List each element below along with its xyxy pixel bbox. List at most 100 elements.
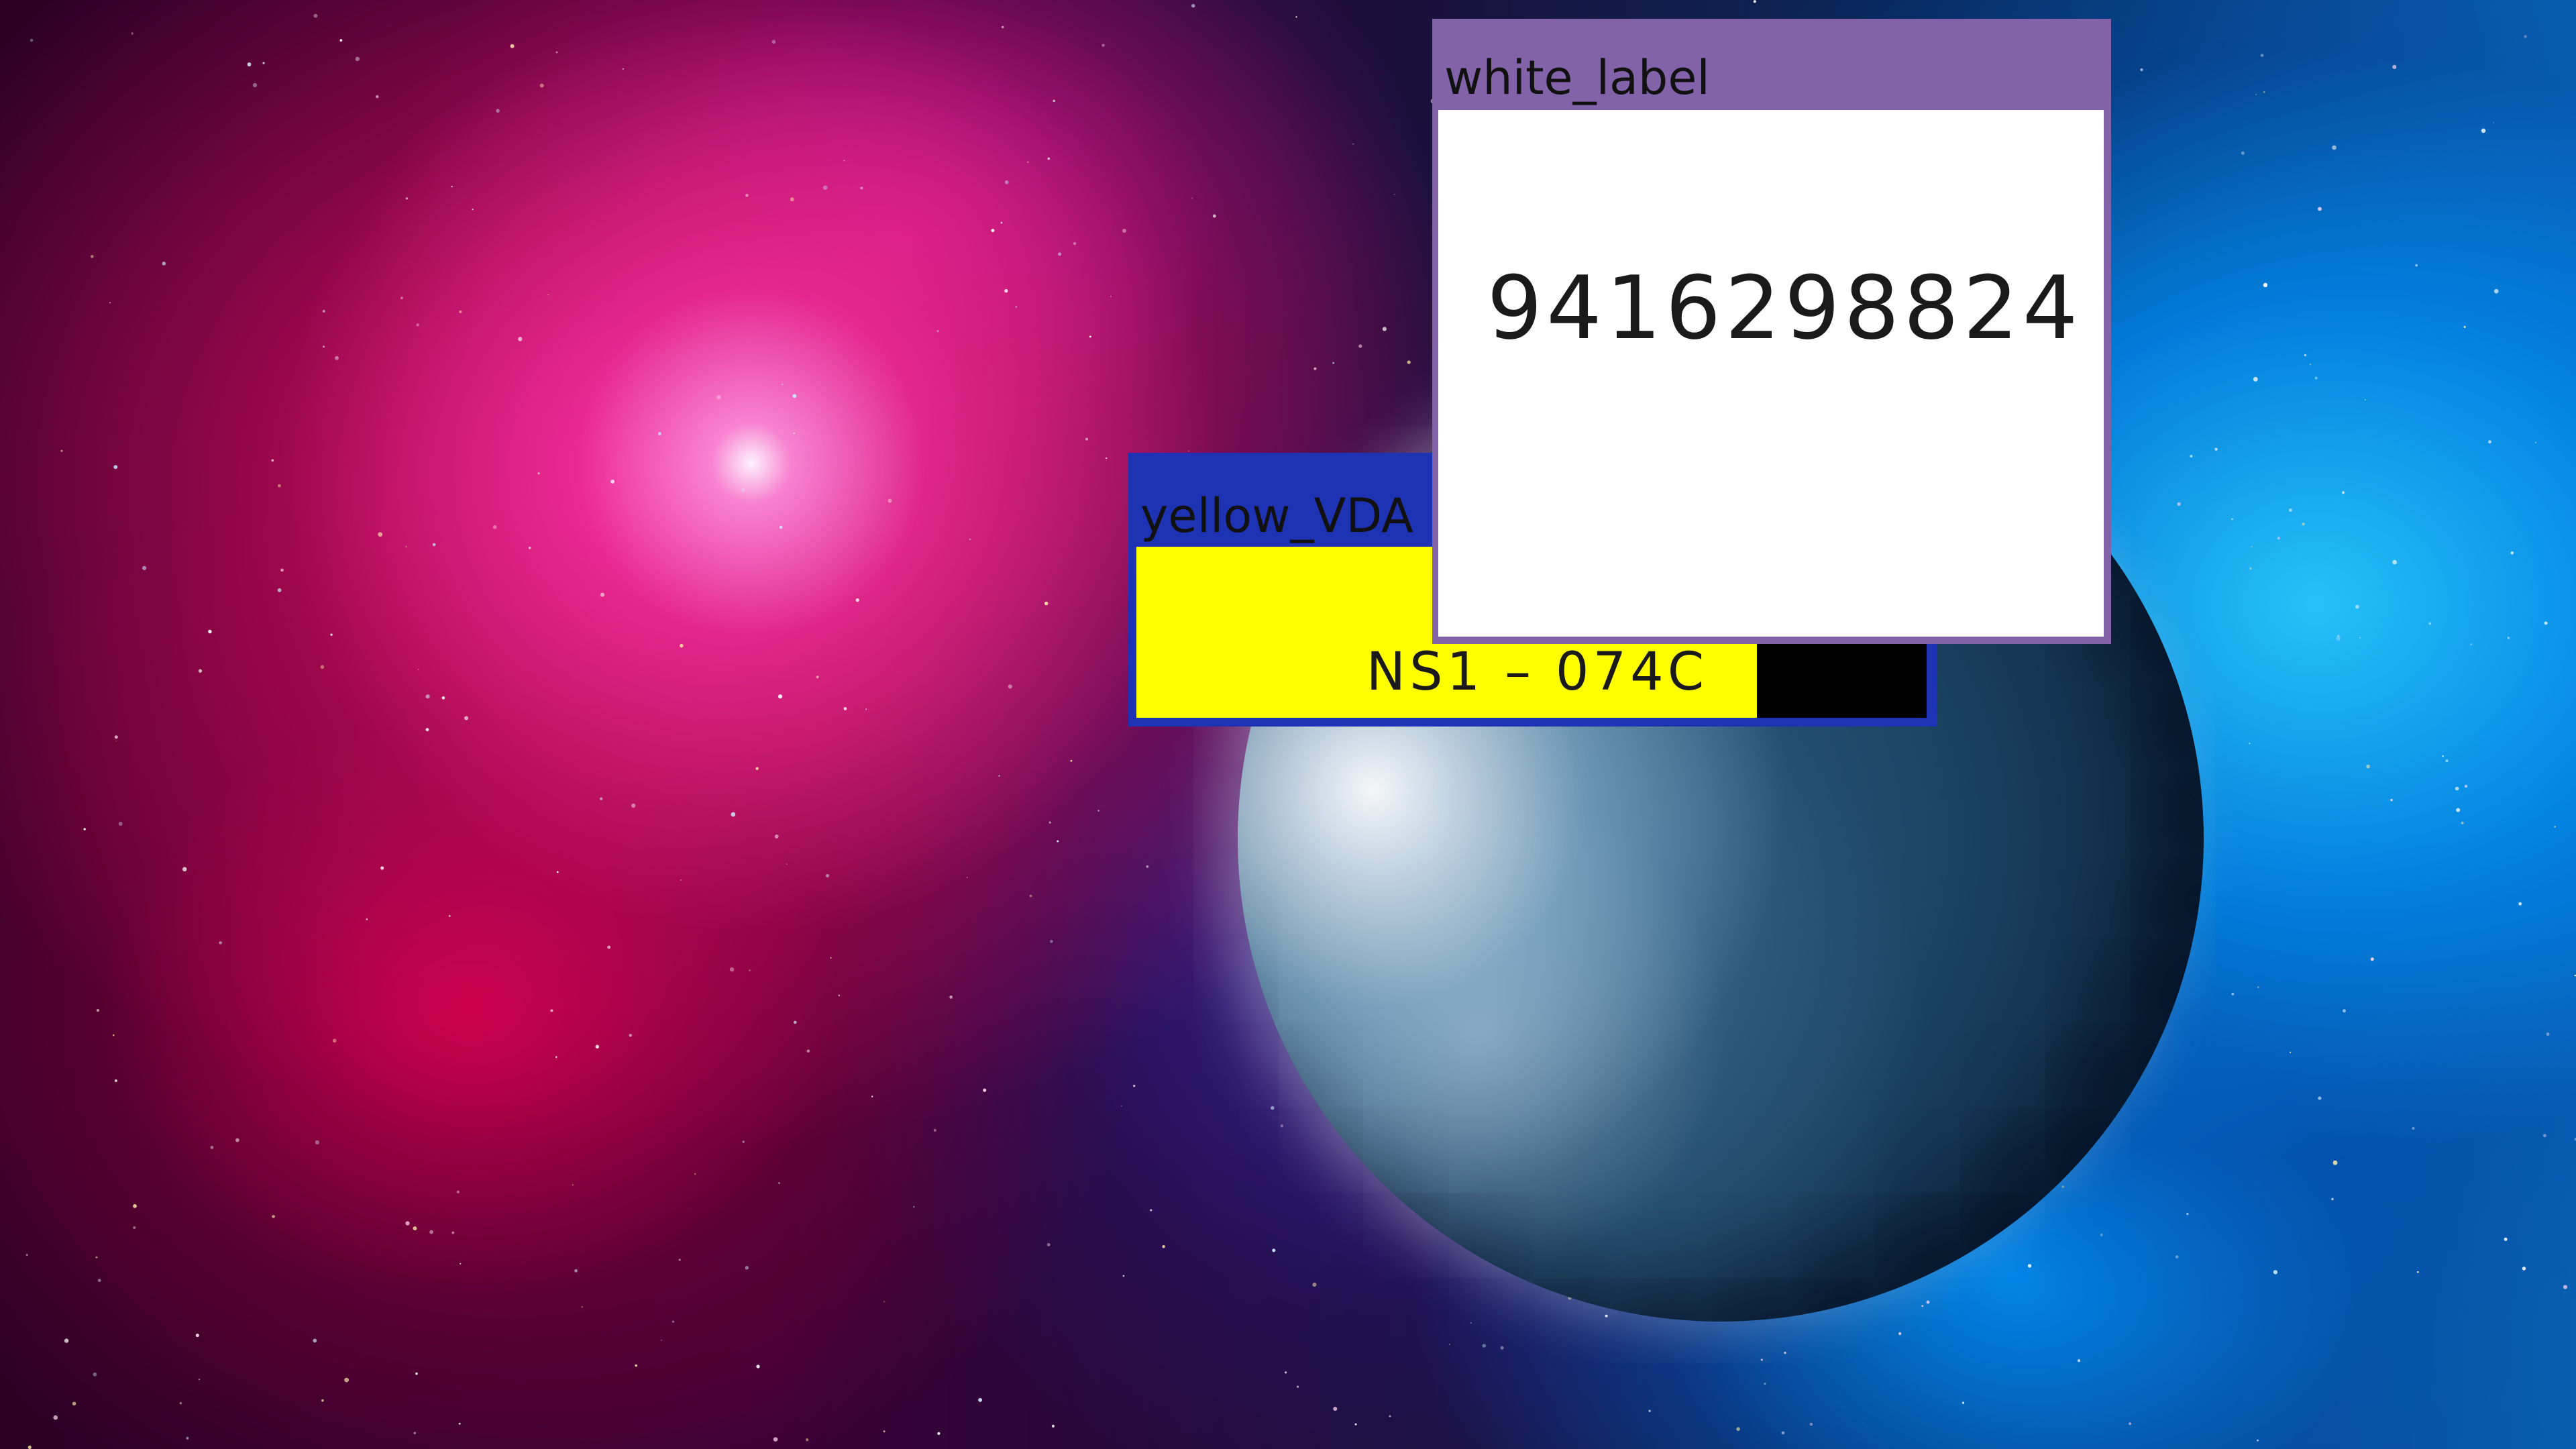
star xyxy=(322,345,325,348)
star xyxy=(782,383,784,385)
star xyxy=(1921,1305,1924,1307)
star xyxy=(969,538,971,541)
star xyxy=(460,1263,462,1265)
star xyxy=(320,665,325,669)
star xyxy=(1122,1275,1125,1277)
star xyxy=(208,629,212,634)
star xyxy=(816,676,819,679)
star xyxy=(1191,3,1195,8)
star xyxy=(378,532,383,537)
star xyxy=(1044,601,1049,606)
star xyxy=(2463,325,2466,328)
star xyxy=(413,1432,417,1435)
star xyxy=(1389,1415,1391,1417)
star xyxy=(429,1230,434,1234)
star xyxy=(262,62,265,64)
star xyxy=(1057,840,1059,843)
star xyxy=(2412,1126,2415,1130)
star xyxy=(2332,145,2337,150)
star xyxy=(96,1009,100,1012)
star xyxy=(883,1430,885,1433)
star xyxy=(731,812,736,817)
star xyxy=(742,1140,745,1143)
star xyxy=(2554,826,2556,828)
star xyxy=(95,1256,98,1258)
star xyxy=(2253,376,2258,382)
star xyxy=(572,1184,574,1186)
star xyxy=(860,186,863,190)
star xyxy=(774,834,779,839)
star xyxy=(2273,1270,2278,1275)
star xyxy=(1898,1332,1902,1336)
star xyxy=(83,828,86,830)
star xyxy=(806,1438,809,1442)
star xyxy=(595,1044,600,1049)
star xyxy=(2507,637,2510,639)
star xyxy=(547,294,549,296)
star xyxy=(198,669,203,673)
star xyxy=(186,1436,189,1440)
star xyxy=(2392,64,2397,69)
star xyxy=(2461,821,2464,824)
star xyxy=(2364,399,2366,401)
star xyxy=(2470,643,2473,646)
star xyxy=(528,547,531,549)
star xyxy=(162,262,166,266)
star xyxy=(694,1173,696,1175)
star xyxy=(1050,940,1053,943)
star xyxy=(537,472,540,475)
star xyxy=(1382,327,1387,331)
star xyxy=(332,1038,337,1043)
star xyxy=(64,1338,69,1343)
star xyxy=(1352,143,1354,145)
white-label-panel[interactable]: white_label 9416298824 xyxy=(1432,19,2111,644)
star xyxy=(1015,305,1018,308)
star xyxy=(1026,161,1029,164)
star xyxy=(415,1372,418,1375)
star xyxy=(2186,1212,2189,1216)
star xyxy=(1089,335,1091,338)
star xyxy=(1008,684,1012,689)
star xyxy=(660,1339,662,1341)
star xyxy=(416,323,419,327)
star xyxy=(2077,1359,2081,1362)
star xyxy=(2190,455,2193,458)
star xyxy=(2563,1285,2568,1289)
star xyxy=(755,767,759,770)
star xyxy=(1784,1352,1786,1354)
star xyxy=(2481,128,2486,133)
star xyxy=(1097,810,1099,812)
star xyxy=(600,592,605,597)
star xyxy=(729,967,735,972)
star xyxy=(2263,91,2265,93)
star xyxy=(1333,1407,1338,1411)
star xyxy=(2518,902,2522,906)
star xyxy=(2140,68,2143,72)
star xyxy=(1962,1401,1965,1404)
star xyxy=(28,1445,32,1449)
star xyxy=(271,459,274,462)
star xyxy=(313,1338,317,1343)
star xyxy=(2214,447,2218,451)
star xyxy=(2336,636,2341,641)
star xyxy=(72,1401,76,1406)
star xyxy=(2522,1267,2526,1271)
star xyxy=(2251,546,2253,548)
star xyxy=(2455,786,2459,791)
star xyxy=(672,1320,674,1323)
star xyxy=(855,598,859,602)
star xyxy=(1004,180,1009,184)
star xyxy=(2100,1233,2103,1236)
star xyxy=(492,525,497,529)
star xyxy=(1271,1106,1275,1110)
star xyxy=(978,1397,983,1402)
star xyxy=(2487,440,2491,444)
star xyxy=(1764,1383,1766,1385)
star xyxy=(2493,288,2499,294)
star xyxy=(998,775,1000,777)
star xyxy=(133,1204,137,1208)
star xyxy=(1605,1314,1608,1318)
star xyxy=(778,1182,780,1184)
white-panel-value: 9416298824 xyxy=(1487,257,2082,359)
star xyxy=(472,208,474,211)
